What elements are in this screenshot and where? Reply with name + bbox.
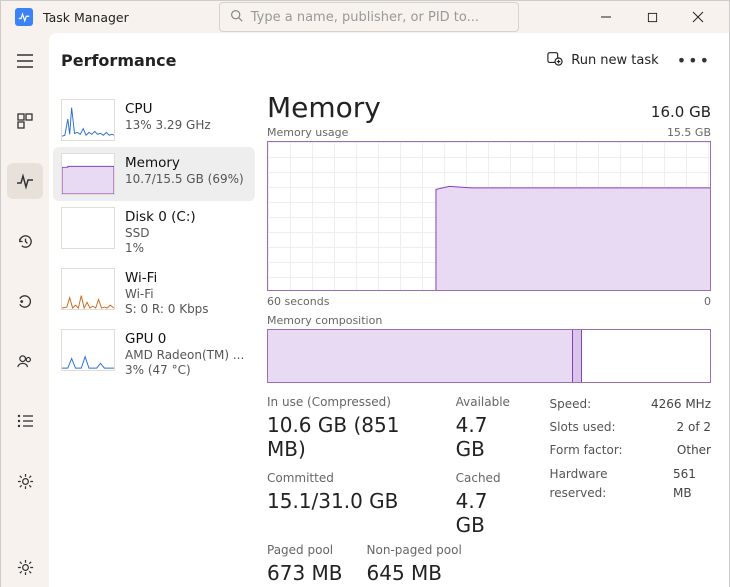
detail-total: 16.0 GB <box>651 103 711 121</box>
close-button[interactable] <box>675 1 721 33</box>
sidebar-item-label: CPU <box>125 101 211 118</box>
sidebar-item-label: Wi-Fi <box>125 270 209 287</box>
nav-users[interactable] <box>7 343 43 379</box>
sidebar-item-sub2: 3% (47 °C) <box>125 363 244 378</box>
search-icon <box>230 9 243 26</box>
sidebar-item-gpu[interactable]: GPU 0 AMD Radeon(TM) ... 3% (47 °C) <box>53 323 255 384</box>
sidebar-item-wifi[interactable]: Wi-Fi Wi-Fi S: 0 R: 0 Kbps <box>53 262 255 323</box>
search-placeholder: Type a name, publisher, or PID to... <box>251 10 479 25</box>
window-controls <box>583 1 721 33</box>
nav-details[interactable] <box>7 403 43 439</box>
sidebar-item-sub: Wi-Fi <box>125 287 209 302</box>
content-panel: Performance Run new task ••• <box>49 33 729 587</box>
memory-thumbnail <box>61 153 115 195</box>
in-use-label: In use (Compressed) <box>267 395 420 409</box>
sidebar-item-sub: AMD Radeon(TM) ... <box>125 348 244 363</box>
cached-label: Cached <box>456 471 514 485</box>
app-icon <box>15 8 33 26</box>
nonpaged-label: Non-paged pool <box>367 543 462 557</box>
memory-composition-chart <box>267 329 711 383</box>
wifi-thumbnail <box>61 268 115 310</box>
app-title: Task Manager <box>43 10 129 25</box>
available-label: Available <box>456 395 514 409</box>
run-task-label: Run new task <box>571 53 658 68</box>
minimize-button[interactable] <box>583 1 629 33</box>
in-use-value: 10.6 GB (851 MB) <box>267 413 420 461</box>
search-input[interactable]: Type a name, publisher, or PID to... <box>219 2 519 32</box>
more-button[interactable]: ••• <box>677 51 711 70</box>
page-title: Performance <box>61 51 177 70</box>
run-task-icon <box>547 50 563 70</box>
nav-rail <box>1 33 49 587</box>
sidebar-item-sub2: S: 0 R: 0 Kbps <box>125 302 209 317</box>
nav-menu-button[interactable] <box>7 43 43 79</box>
sidebar-item-disk[interactable]: Disk 0 (C:) SSD 1% <box>53 201 255 262</box>
disk-thumbnail <box>61 207 115 249</box>
sidebar-item-sub: 13% 3.29 GHz <box>125 118 211 133</box>
detail-title: Memory <box>267 91 381 124</box>
sidebar-item-sub: SSD <box>125 226 196 241</box>
sidebar-item-cpu[interactable]: CPU 13% 3.29 GHz <box>53 93 255 147</box>
paged-value: 673 MB <box>267 561 343 585</box>
detail-panel: Memory 16.0 GB Memory usage 15.5 GB <box>259 87 729 587</box>
meta-info: Speed:4266 MHz Slots used:2 of 2 Form fa… <box>550 395 711 537</box>
nav-services[interactable] <box>7 463 43 499</box>
nav-settings[interactable] <box>7 549 43 585</box>
performance-sidebar: CPU 13% 3.29 GHz Memory 10.7/15.5 GB (69… <box>49 87 259 587</box>
x-axis-left: 60 seconds <box>267 295 329 308</box>
run-new-task-button[interactable]: Run new task <box>547 50 658 70</box>
committed-value: 15.1/31.0 GB <box>267 489 420 513</box>
x-axis-right: 0 <box>704 295 711 308</box>
usage-max: 15.5 GB <box>667 126 711 139</box>
paged-label: Paged pool <box>267 543 343 557</box>
composition-label: Memory composition <box>267 314 711 327</box>
usage-label: Memory usage <box>267 126 348 139</box>
committed-label: Committed <box>267 471 420 485</box>
page-header: Performance Run new task ••• <box>49 33 729 87</box>
sidebar-item-label: Memory <box>125 155 244 172</box>
sidebar-item-label: GPU 0 <box>125 331 244 348</box>
nav-performance[interactable] <box>7 163 43 199</box>
nav-startup-apps[interactable] <box>7 283 43 319</box>
maximize-button[interactable] <box>629 1 675 33</box>
sidebar-item-memory[interactable]: Memory 10.7/15.5 GB (69%) <box>53 147 255 201</box>
gpu-thumbnail <box>61 329 115 371</box>
sidebar-item-sub: 10.7/15.5 GB (69%) <box>125 172 244 187</box>
cpu-thumbnail <box>61 99 115 141</box>
cached-value: 4.7 GB <box>456 489 514 537</box>
available-value: 4.7 GB <box>456 413 514 461</box>
sidebar-item-label: Disk 0 (C:) <box>125 209 196 226</box>
titlebar: Task Manager Type a name, publisher, or … <box>1 1 729 33</box>
nav-processes[interactable] <box>7 103 43 139</box>
memory-usage-chart <box>267 141 711 291</box>
task-manager-window: Task Manager Type a name, publisher, or … <box>0 0 730 587</box>
nav-app-history[interactable] <box>7 223 43 259</box>
sidebar-item-sub2: 1% <box>125 241 196 256</box>
nonpaged-value: 645 MB <box>367 561 462 585</box>
